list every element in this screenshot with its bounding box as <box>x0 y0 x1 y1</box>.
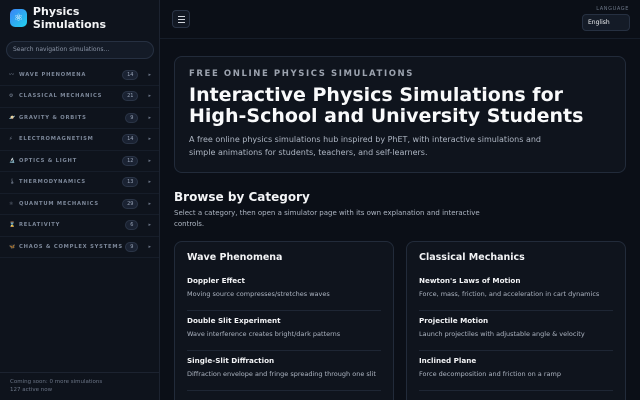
sidebar-item-label: Classical Mechanics <box>19 93 103 100</box>
topbar-divider <box>160 38 640 39</box>
sidebar-item-optics-light[interactable]: 🔬 Optics & Light 12 ▸ <box>0 151 159 172</box>
sidebar-item-label: Electromagnetism <box>19 136 94 143</box>
sidebar-item-thermodynamics[interactable]: 🌡 Thermodynamics 13 ▸ <box>0 172 159 194</box>
sim-name: Single-Slit Diffraction <box>187 356 275 365</box>
sim-description: Wave interference creates bright/dark pa… <box>187 330 341 338</box>
lightning-icon: ⚡ <box>9 136 13 143</box>
brand[interactable]: ⚛ Physics Simulations <box>0 0 159 36</box>
sidebar-item-wave-phenomena[interactable]: 〰 Wave Phenomena 14 ▸ <box>0 65 159 86</box>
sim-item-doppler-effect[interactable]: Doppler Effect Moving source compresses/… <box>187 271 381 311</box>
sim-description: Force, mass, friction, and acceleration … <box>419 290 600 298</box>
sidebar-item-count: 14 <box>122 69 139 80</box>
sidebar-item-count: 9 <box>125 112 139 123</box>
chevron-right-icon: ▸ <box>148 136 151 143</box>
category-card-wave-phenomena: Wave Phenomena Doppler Effect Moving sou… <box>174 241 394 400</box>
sim-name: Projectile Motion <box>419 316 489 325</box>
sim-name: Inclined Plane <box>419 356 477 365</box>
atom-icon: ⚛ <box>10 9 27 27</box>
hourglass-icon: ⌛ <box>9 222 16 229</box>
thermometer-icon: 🌡 <box>9 179 16 186</box>
language-label: LANGUAGE <box>596 6 629 12</box>
category-card-classical-mechanics: Classical Mechanics Newton's Laws of Mot… <box>406 241 626 400</box>
language-value: English <box>588 19 610 26</box>
butterfly-icon: 🦋 <box>9 243 16 250</box>
menu-toggle-button[interactable] <box>172 10 190 28</box>
sidebar-item-count: 21 <box>122 91 139 102</box>
sim-item-projectile-motion[interactable]: Projectile Motion Launch projectiles wit… <box>419 311 613 351</box>
chevron-right-icon: ▸ <box>148 93 151 100</box>
sidebar-item-count: 12 <box>122 155 139 166</box>
chevron-right-icon: ▸ <box>148 200 151 207</box>
sidebar-item-gravity-orbits[interactable]: 🪐 Gravity & Orbits 9 ▸ <box>0 108 159 129</box>
sidebar-item-count: 9 <box>125 241 139 252</box>
sim-name: Double Slit Experiment <box>187 316 281 325</box>
brand-title: Physics Simulations <box>32 5 107 31</box>
planet-icon: 🪐 <box>9 114 16 121</box>
chevron-right-icon: ▸ <box>148 71 151 78</box>
wave-icon: 〰 <box>9 72 15 79</box>
sidebar-item-count: 29 <box>122 198 139 209</box>
hamburger-icon <box>177 21 185 23</box>
sim-item-double-slit[interactable]: Double Slit Experiment Wave interference… <box>187 311 381 351</box>
sidebar-item-classical-mechanics[interactable]: ⚙ Classical Mechanics 21 ▸ <box>0 86 159 108</box>
hero-eyebrow: FREE ONLINE PHYSICS SIMULATIONS <box>189 69 414 79</box>
sidebar-item-label: Gravity & Orbits <box>19 114 87 121</box>
sidebar-item-count: 13 <box>122 177 139 188</box>
sim-name: Newton's Laws of Motion <box>419 276 521 285</box>
sim-description: Launch projectiles with adjustable angle… <box>419 330 585 338</box>
sidebar-item-chaos-complex-systems[interactable]: 🦋 Chaos & Complex Systems 9 ▸ <box>0 237 159 258</box>
hero-title: Interactive Physics Simulations for High… <box>189 84 584 127</box>
sidebar-footer: Coming soon: 0 more simulations 127 acti… <box>0 372 160 400</box>
sidebar-search-input[interactable] <box>6 40 154 59</box>
atom-icon: ⚛ <box>9 200 14 207</box>
browse-title: Browse by Category <box>174 190 310 204</box>
sidebar-item-relativity[interactable]: ⌛ Relativity 6 ▸ <box>0 215 159 237</box>
sidebar-item-label: Relativity <box>19 222 61 229</box>
sidebar-item-label: Thermodynamics <box>19 179 86 186</box>
sim-name: Doppler Effect <box>187 276 245 285</box>
chevron-right-icon: ▸ <box>148 157 151 164</box>
sidebar: ⚛ Physics Simulations 〰 Wave Phenomena 1… <box>0 0 160 400</box>
sidebar-item-quantum-mechanics[interactable]: ⚛ Quantum Mechanics 29 ▸ <box>0 194 159 215</box>
category-title: Classical Mechanics <box>419 252 525 263</box>
sim-description: Force decomposition and friction on a ra… <box>419 370 561 378</box>
sim-description: Diffraction envelope and fringe spreadin… <box>187 370 376 378</box>
hamburger-icon <box>177 15 185 17</box>
sim-item-newtons-laws[interactable]: Newton's Laws of Motion Force, mass, fri… <box>419 271 613 311</box>
hero-card: FREE ONLINE PHYSICS SIMULATIONS Interact… <box>174 56 626 173</box>
sidebar-nav: 〰 Wave Phenomena 14 ▸ ⚙ Classical Mechan… <box>0 65 159 258</box>
sidebar-item-electromagnetism[interactable]: ⚡ Electromagnetism 14 ▸ <box>0 129 159 151</box>
language-select[interactable]: English <box>582 14 630 31</box>
hero-description: A free online physics simulations hub in… <box>189 135 542 157</box>
microscope-icon: 🔬 <box>9 157 16 164</box>
sidebar-item-label: Quantum Mechanics <box>19 200 99 207</box>
sidebar-item-count: 14 <box>122 134 139 145</box>
browse-description: Select a category, then open a simulator… <box>174 209 480 228</box>
gear-icon: ⚙ <box>9 93 14 100</box>
category-title: Wave Phenomena <box>187 252 283 263</box>
sidebar-item-label: Wave Phenomena <box>19 71 87 78</box>
sim-item-inclined-plane[interactable]: Inclined Plane Force decomposition and f… <box>419 351 613 391</box>
sim-description: Moving source compresses/stretches waves <box>187 290 330 298</box>
chevron-right-icon: ▸ <box>148 179 151 186</box>
chevron-right-icon: ▸ <box>148 222 151 229</box>
chevron-right-icon: ▸ <box>148 243 151 250</box>
hamburger-icon <box>177 18 185 20</box>
sidebar-item-label: Optics & Light <box>19 157 78 164</box>
coming-soon-text: Coming soon: 0 more simulations <box>10 379 103 385</box>
sidebar-item-label: Chaos & Complex Systems <box>19 243 123 250</box>
sim-item-single-slit[interactable]: Single-Slit Diffraction Diffraction enve… <box>187 351 381 391</box>
sidebar-item-count: 6 <box>125 220 139 231</box>
chevron-right-icon: ▸ <box>148 114 151 121</box>
active-count-text: 127 active now <box>10 387 53 393</box>
